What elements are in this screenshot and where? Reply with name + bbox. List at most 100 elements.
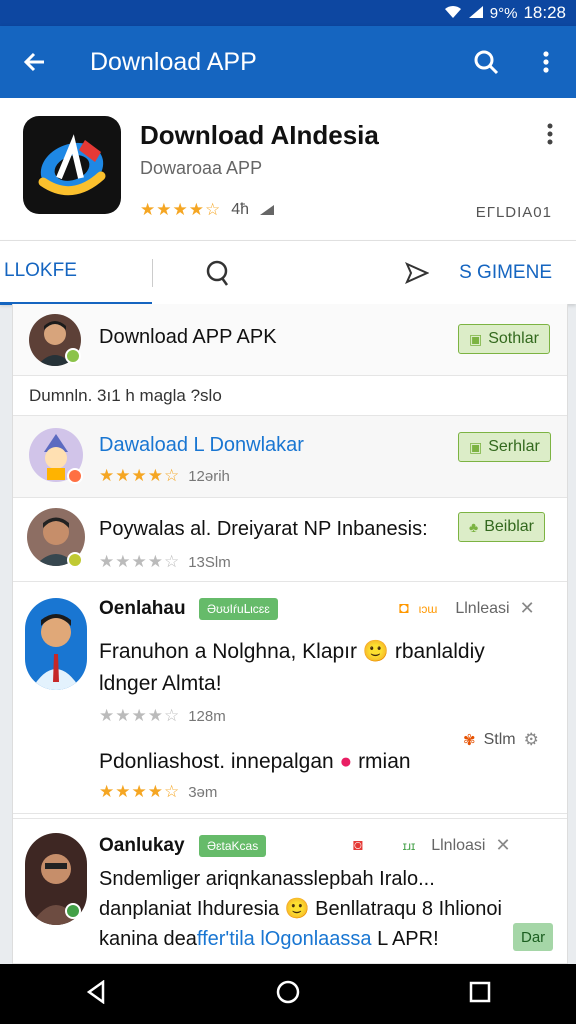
app-subtitle: Dowaroaa APP	[140, 158, 263, 178]
tab-bar: LLOKFE S GIMENE	[0, 240, 576, 305]
back-button[interactable]	[0, 26, 70, 98]
gift-icon: ◙	[353, 836, 363, 854]
meta-right-text: Llnloasi	[431, 836, 486, 854]
app-bar: Download APP	[0, 26, 576, 98]
section-label-row: Dumnln. 3ı1 h magla ?slo	[13, 376, 567, 416]
reply-meta[interactable]: ✾ Stlm ⚙	[463, 730, 539, 750]
comment-line-1: Sndemliger ariqnkanasslepbah Iralo...	[99, 868, 435, 890]
section-label: Dumnln. 3ı1 h magla ?slo	[29, 386, 222, 405]
more-vert-icon	[547, 123, 553, 145]
list-item[interactable]: Poywalas al. Dreiyarat NP Inbanesis: ★★★…	[13, 498, 567, 582]
badge	[67, 552, 83, 568]
settings-gear-icon[interactable]: ⚙	[524, 730, 539, 750]
button-label: Serhlar	[488, 438, 540, 455]
rating-count: 12ərih	[188, 467, 230, 485]
nav-home-button[interactable]	[276, 980, 300, 1009]
nav-recents-button[interactable]	[469, 981, 491, 1008]
search-icon	[474, 50, 499, 75]
rating-count: 3əm	[188, 783, 218, 801]
list-item[interactable]: Dawaload L Donwlakar ★★★★☆ 12ərih ▣ Serh…	[13, 416, 567, 498]
comment-text-tail: rbanlaldiy	[394, 640, 485, 663]
comment-text-tail: Benllatraqu 8 Ihlionoi	[315, 898, 502, 920]
row-rating: ★★★★☆ 12ərih	[99, 466, 230, 486]
rating-stars: ★★★★☆	[99, 782, 181, 801]
comment-meta: ◘ ιɔɯ Llnleasi ✕	[399, 598, 535, 619]
button-label: Sothlar	[488, 330, 539, 347]
serhlar-button[interactable]: ▣ Serhlar	[458, 432, 551, 462]
dar-button[interactable]: Dar	[513, 923, 554, 951]
comment-meta: ◙ ɪɹɪ Llnloasi ✕	[353, 835, 511, 856]
download-box-icon: ▣	[469, 438, 483, 455]
search-icon	[206, 260, 229, 286]
comment-text: kanina dea	[99, 928, 197, 950]
row-title: Dawaload L Donwlakar	[99, 434, 304, 456]
search-button[interactable]	[456, 26, 516, 98]
author-tag: ƏʊʊIŕuԼιᴄɛɛ	[199, 598, 278, 620]
app-header-card: Download AIndesia Dowaroaa APP ★★★★☆ 4ħ …	[0, 98, 576, 240]
triangle-back-icon	[86, 979, 104, 1004]
comment-line-3: kanina deaffer'tila lOgonlaassa L APR!	[99, 923, 439, 955]
verified-badge	[65, 348, 81, 364]
tab-gimene[interactable]: S GIMENE	[405, 241, 576, 305]
send-icon	[405, 261, 430, 284]
tab-label: LLOKFE	[4, 260, 77, 281]
arrow-left-icon	[23, 52, 44, 72]
badge	[65, 903, 81, 919]
leaf-icon: ♣	[469, 519, 479, 535]
review-list: Download APP APK ▣ Sothlar Dumnln. 3ı1 h…	[12, 304, 568, 964]
comment-card: Oenlahau ƏʊʊIŕuԼιᴄɛɛ ◘ ιɔɯ Llnleasi ✕ Fr…	[13, 582, 567, 814]
meta-flag-text: ɪɹɪ	[402, 838, 416, 853]
comment-line-1: Franuhon a Nolghna, Klapır 🙂 rbanlaldiy	[99, 636, 485, 668]
author-tag: ƏɛtaKcas	[199, 835, 267, 857]
smile-emoji-icon: 🙂	[284, 898, 310, 920]
comment-line-2: ldnger Almta!	[99, 672, 222, 695]
rating-count: 13Slm	[188, 553, 231, 571]
app-logo-icon	[38, 134, 106, 196]
rating-stars: ★★★★☆	[99, 552, 181, 571]
comment-rating: ★★★★☆ 128m	[99, 706, 226, 726]
reply-text: Stlm	[483, 731, 516, 748]
square-recents-icon	[470, 981, 491, 1002]
avatar	[25, 598, 87, 690]
app-rating-row: ★★★★☆ 4ħ	[140, 200, 275, 220]
circle-home-icon	[276, 980, 300, 1003]
button-label: Beiblar	[484, 518, 534, 535]
tab-llokfe[interactable]: LLOKFE	[0, 241, 152, 305]
close-icon[interactable]: ✕	[495, 835, 510, 856]
close-icon[interactable]: ✕	[520, 598, 535, 619]
reaction-icon: ✾	[463, 732, 476, 749]
rating-stars: ★★★★☆	[99, 706, 181, 725]
tab-label: S GIMENE	[459, 261, 552, 283]
header-meta: ЕΓLDIA01	[475, 204, 552, 221]
row-rating: ★★★★☆ 13Slm	[99, 552, 231, 572]
status-time: 18:28	[523, 3, 566, 22]
comment-text: Franuhon a Nolghna, Klapır	[99, 640, 357, 663]
list-item[interactable]: Download APP APK ▣ Sothlar	[13, 304, 567, 376]
tab-search[interactable]	[153, 241, 283, 305]
signal-icon	[468, 5, 484, 22]
comment-author: Oanlukay	[99, 835, 185, 856]
row-title: Poywalas al. Dreiyarat NP Inbanesis:	[99, 518, 428, 540]
status-bar: 9°% 18:28	[0, 0, 576, 26]
header-more-button[interactable]	[546, 122, 554, 153]
comment-author: Oenlahau	[99, 598, 186, 619]
comment-text: Pdonliashost. innepalgan	[99, 750, 334, 773]
comment-rating-2: ★★★★☆ 3əm	[99, 782, 217, 802]
meta-flag-text: ιɔɯ	[418, 601, 438, 616]
comment-card: Oanlukay ƏɛtaKcas ◙ ɪɹɪ Llnloasi ✕ Sndem…	[13, 818, 567, 964]
smile-emoji-icon: 🙂	[362, 640, 389, 663]
battery-text: 9°%	[489, 4, 518, 22]
beiblar-button[interactable]: ♣ Beiblar	[458, 512, 545, 542]
row-title: Download APP APK	[99, 326, 277, 348]
sothlar-button[interactable]: ▣ Sothlar	[458, 324, 550, 354]
share-triangle-icon	[260, 205, 274, 215]
download-box-icon: ▣	[469, 330, 483, 347]
rating-stars: ★★★★☆	[140, 200, 222, 219]
badge	[67, 468, 83, 484]
rating-count: 128m	[188, 707, 226, 725]
overflow-menu-button[interactable]	[516, 26, 576, 98]
comment-text: danplaniat Ihduresia	[99, 898, 280, 920]
nav-back-button[interactable]	[85, 979, 107, 1009]
system-nav-bar	[0, 964, 576, 1024]
comment-highlight[interactable]: ffer'tila lOgonlaassa	[197, 928, 372, 950]
